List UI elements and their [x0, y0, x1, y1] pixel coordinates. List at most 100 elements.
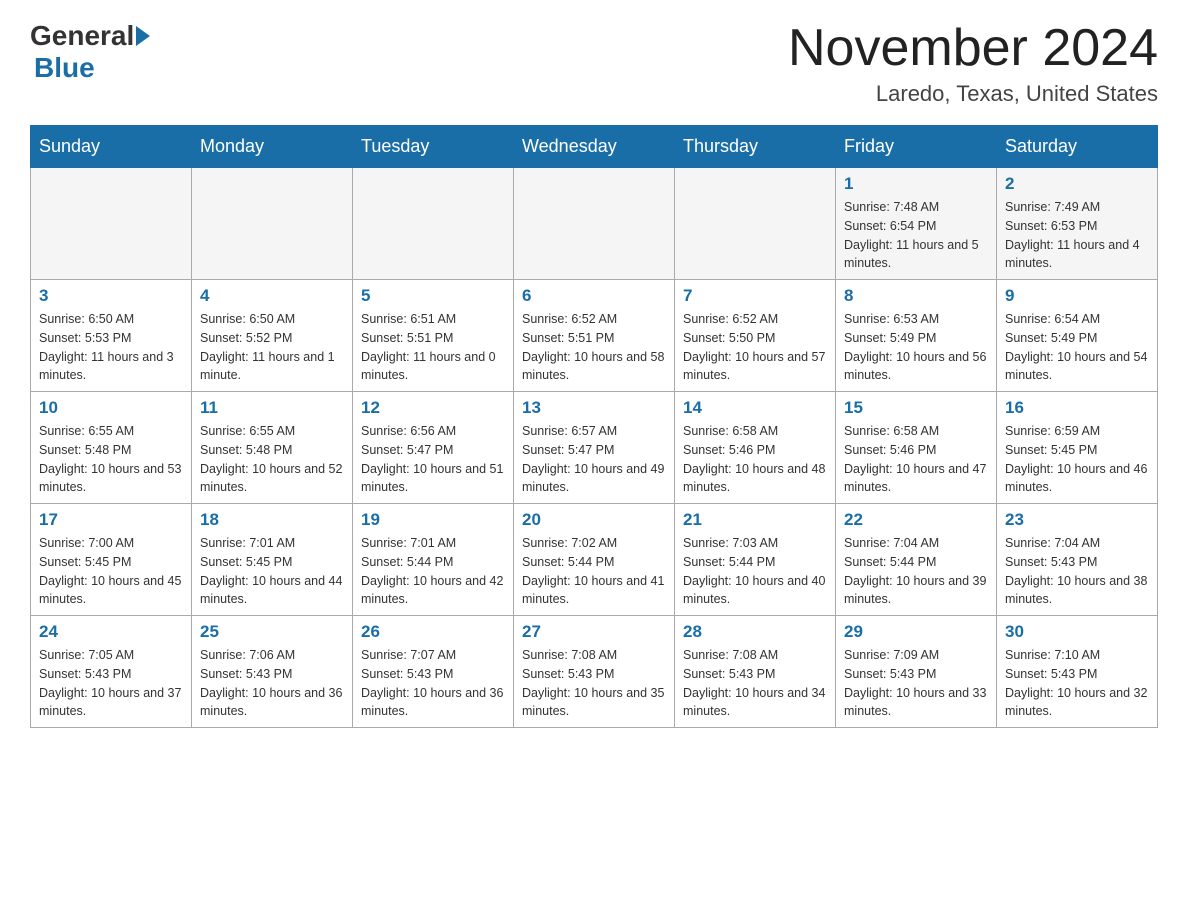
logo: General Blue	[30, 20, 152, 84]
day-info: Sunrise: 6:59 AMSunset: 5:45 PMDaylight:…	[1005, 422, 1149, 497]
day-number: 26	[361, 622, 505, 642]
day-number: 15	[844, 398, 988, 418]
day-number: 16	[1005, 398, 1149, 418]
day-number: 18	[200, 510, 344, 530]
day-number: 13	[522, 398, 666, 418]
calendar-cell	[353, 168, 514, 280]
calendar-cell: 19 Sunrise: 7:01 AMSunset: 5:44 PMDayligh…	[353, 504, 514, 616]
calendar-cell: 6 Sunrise: 6:52 AMSunset: 5:51 PMDaylight…	[514, 280, 675, 392]
day-info: Sunrise: 6:50 AMSunset: 5:53 PMDaylight:…	[39, 310, 183, 385]
calendar-cell: 8 Sunrise: 6:53 AMSunset: 5:49 PMDaylight…	[836, 280, 997, 392]
day-number: 10	[39, 398, 183, 418]
weekday-header-wednesday: Wednesday	[514, 126, 675, 168]
weekday-header-tuesday: Tuesday	[353, 126, 514, 168]
day-info: Sunrise: 6:55 AMSunset: 5:48 PMDaylight:…	[200, 422, 344, 497]
day-number: 20	[522, 510, 666, 530]
calendar-cell: 23Sunrise: 7:04 AMSunset: 5:43 PMDayligh…	[997, 504, 1158, 616]
day-info: Sunrise: 6:58 AMSunset: 5:46 PMDaylight:…	[844, 422, 988, 497]
day-info: Sunrise: 6:50 AMSunset: 5:52 PMDaylight:…	[200, 310, 344, 385]
day-info: Sunrise: 7:10 AMSunset: 5:43 PMDaylight:…	[1005, 646, 1149, 721]
day-number: 14	[683, 398, 827, 418]
day-number: 1	[844, 174, 988, 194]
day-number: 7	[683, 286, 827, 306]
day-info: Sunrise: 7:09 AMSunset: 5:43 PMDaylight:…	[844, 646, 988, 721]
day-info: Sunrise: 7:04 AMSunset: 5:43 PMDaylight:…	[1005, 534, 1149, 609]
day-number: 22	[844, 510, 988, 530]
calendar-table: SundayMondayTuesdayWednesdayThursdayFrid…	[30, 125, 1158, 728]
day-info: Sunrise: 7:02 AMSunset: 5:44 PMDaylight:…	[522, 534, 666, 609]
logo-arrow-icon	[136, 26, 150, 46]
day-info: Sunrise: 7:03 AMSunset: 5:44 PMDaylight:…	[683, 534, 827, 609]
calendar-cell: 28 Sunrise: 7:08 AMSunset: 5:43 PMDayligh…	[675, 616, 836, 728]
calendar-cell: 4 Sunrise: 6:50 AMSunset: 5:52 PMDaylight…	[192, 280, 353, 392]
day-number: 12	[361, 398, 505, 418]
month-title: November 2024	[788, 20, 1158, 77]
logo-general-text: General	[30, 20, 134, 52]
day-info: Sunrise: 7:08 AMSunset: 5:43 PMDaylight:…	[683, 646, 827, 721]
day-info: Sunrise: 6:56 AMSunset: 5:47 PMDaylight:…	[361, 422, 505, 497]
day-number: 2	[1005, 174, 1149, 194]
calendar-cell	[31, 168, 192, 280]
calendar-cell	[192, 168, 353, 280]
page-header: General Blue November 2024 Laredo, Texas…	[30, 20, 1158, 107]
weekday-header-monday: Monday	[192, 126, 353, 168]
calendar-cell: 12 Sunrise: 6:56 AMSunset: 5:47 PMDayligh…	[353, 392, 514, 504]
day-info: Sunrise: 7:48 AMSunset: 6:54 PMDaylight:…	[844, 198, 988, 273]
day-info: Sunrise: 7:05 AMSunset: 5:43 PMDaylight:…	[39, 646, 183, 721]
weekday-header-saturday: Saturday	[997, 126, 1158, 168]
day-number: 11	[200, 398, 344, 418]
logo-blue-text: Blue	[34, 52, 95, 83]
calendar-cell: 29 Sunrise: 7:09 AMSunset: 5:43 PMDayligh…	[836, 616, 997, 728]
day-info: Sunrise: 6:52 AMSunset: 5:50 PMDaylight:…	[683, 310, 827, 385]
calendar-cell: 13 Sunrise: 6:57 AMSunset: 5:47 PMDayligh…	[514, 392, 675, 504]
calendar-cell: 27 Sunrise: 7:08 AMSunset: 5:43 PMDayligh…	[514, 616, 675, 728]
calendar-cell: 2 Sunrise: 7:49 AMSunset: 6:53 PMDaylight…	[997, 168, 1158, 280]
calendar-cell: 17 Sunrise: 7:00 AMSunset: 5:45 PMDayligh…	[31, 504, 192, 616]
calendar-cell: 10Sunrise: 6:55 AMSunset: 5:48 PMDayligh…	[31, 392, 192, 504]
calendar-cell: 22 Sunrise: 7:04 AMSunset: 5:44 PMDayligh…	[836, 504, 997, 616]
day-number: 8	[844, 286, 988, 306]
day-info: Sunrise: 6:51 AMSunset: 5:51 PMDaylight:…	[361, 310, 505, 385]
day-number: 25	[200, 622, 344, 642]
day-number: 19	[361, 510, 505, 530]
day-number: 29	[844, 622, 988, 642]
day-info: Sunrise: 6:54 AMSunset: 5:49 PMDaylight:…	[1005, 310, 1149, 385]
calendar-cell: 7 Sunrise: 6:52 AMSunset: 5:50 PMDaylight…	[675, 280, 836, 392]
day-info: Sunrise: 7:04 AMSunset: 5:44 PMDaylight:…	[844, 534, 988, 609]
calendar-cell: 30 Sunrise: 7:10 AMSunset: 5:43 PMDayligh…	[997, 616, 1158, 728]
weekday-header-sunday: Sunday	[31, 126, 192, 168]
day-info: Sunrise: 7:49 AMSunset: 6:53 PMDaylight:…	[1005, 198, 1149, 273]
weekday-header-friday: Friday	[836, 126, 997, 168]
calendar-cell: 16 Sunrise: 6:59 AMSunset: 5:45 PMDayligh…	[997, 392, 1158, 504]
day-number: 30	[1005, 622, 1149, 642]
day-info: Sunrise: 6:58 AMSunset: 5:46 PMDaylight:…	[683, 422, 827, 497]
day-number: 24	[39, 622, 183, 642]
location-title: Laredo, Texas, United States	[788, 81, 1158, 107]
day-number: 6	[522, 286, 666, 306]
day-info: Sunrise: 6:57 AMSunset: 5:47 PMDaylight:…	[522, 422, 666, 497]
calendar-cell: 25 Sunrise: 7:06 AMSunset: 5:43 PMDayligh…	[192, 616, 353, 728]
calendar-cell: 21Sunrise: 7:03 AMSunset: 5:44 PMDayligh…	[675, 504, 836, 616]
day-number: 28	[683, 622, 827, 642]
day-number: 17	[39, 510, 183, 530]
day-number: 27	[522, 622, 666, 642]
day-number: 4	[200, 286, 344, 306]
calendar-cell: 20 Sunrise: 7:02 AMSunset: 5:44 PMDayligh…	[514, 504, 675, 616]
day-info: Sunrise: 7:06 AMSunset: 5:43 PMDaylight:…	[200, 646, 344, 721]
day-info: Sunrise: 7:00 AMSunset: 5:45 PMDaylight:…	[39, 534, 183, 609]
calendar-cell: 26 Sunrise: 7:07 AMSunset: 5:43 PMDayligh…	[353, 616, 514, 728]
calendar-cell: 14 Sunrise: 6:58 AMSunset: 5:46 PMDayligh…	[675, 392, 836, 504]
calendar-cell: 1 Sunrise: 7:48 AMSunset: 6:54 PMDaylight…	[836, 168, 997, 280]
calendar-row-1: 3 Sunrise: 6:50 AMSunset: 5:53 PMDaylight…	[31, 280, 1158, 392]
day-info: Sunrise: 7:08 AMSunset: 5:43 PMDaylight:…	[522, 646, 666, 721]
day-number: 5	[361, 286, 505, 306]
calendar-cell: 18Sunrise: 7:01 AMSunset: 5:45 PMDayligh…	[192, 504, 353, 616]
day-info: Sunrise: 6:52 AMSunset: 5:51 PMDaylight:…	[522, 310, 666, 385]
weekday-header-thursday: Thursday	[675, 126, 836, 168]
day-number: 3	[39, 286, 183, 306]
day-info: Sunrise: 7:07 AMSunset: 5:43 PMDaylight:…	[361, 646, 505, 721]
calendar-cell: 24 Sunrise: 7:05 AMSunset: 5:43 PMDayligh…	[31, 616, 192, 728]
calendar-cell	[675, 168, 836, 280]
day-info: Sunrise: 7:01 AMSunset: 5:44 PMDaylight:…	[361, 534, 505, 609]
day-info: Sunrise: 6:53 AMSunset: 5:49 PMDaylight:…	[844, 310, 988, 385]
